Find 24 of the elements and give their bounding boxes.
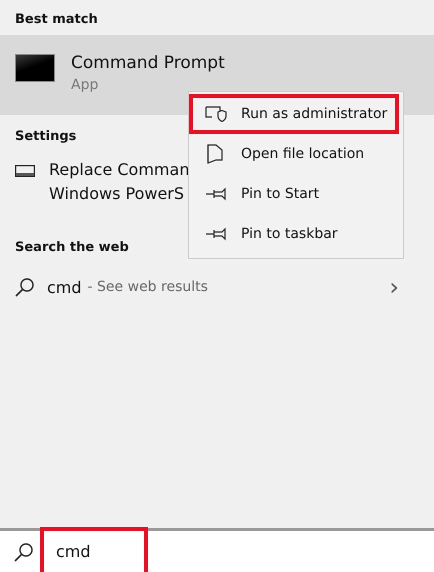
menu-item-label: Pin to Start: [241, 186, 320, 202]
pin-icon: [205, 187, 227, 201]
settings-item[interactable]: Replace Comman Windows PowerS: [49, 158, 190, 206]
monitor-icon: [15, 165, 35, 177]
result-subtitle: App: [71, 77, 100, 93]
search-field[interactable]: cmd: [40, 526, 148, 572]
pin-icon: [205, 227, 227, 241]
web-results-hint: - See web results: [88, 279, 208, 295]
result-title: Command Prompt: [71, 53, 225, 73]
chevron-icon[interactable]: ›: [389, 273, 399, 301]
terminal-icon: [15, 54, 55, 82]
menu-item[interactable]: Open file location: [189, 134, 399, 174]
search-icon: [15, 277, 35, 297]
menu-item[interactable]: Pin to taskbar: [189, 214, 399, 254]
menu-item[interactable]: Run as administrator: [189, 94, 399, 134]
menu-item-label: Pin to taskbar: [241, 226, 338, 242]
web-query[interactable]: cmd: [47, 278, 82, 296]
menu-item[interactable]: Pin to Start: [189, 174, 399, 214]
section-heading: Search the web: [15, 240, 129, 255]
section-heading: Best match: [15, 12, 98, 27]
section-heading: Settings: [15, 129, 76, 144]
shield-icon: [205, 106, 227, 122]
menu-item-label: Open file location: [241, 146, 364, 162]
search-icon: [14, 542, 34, 562]
